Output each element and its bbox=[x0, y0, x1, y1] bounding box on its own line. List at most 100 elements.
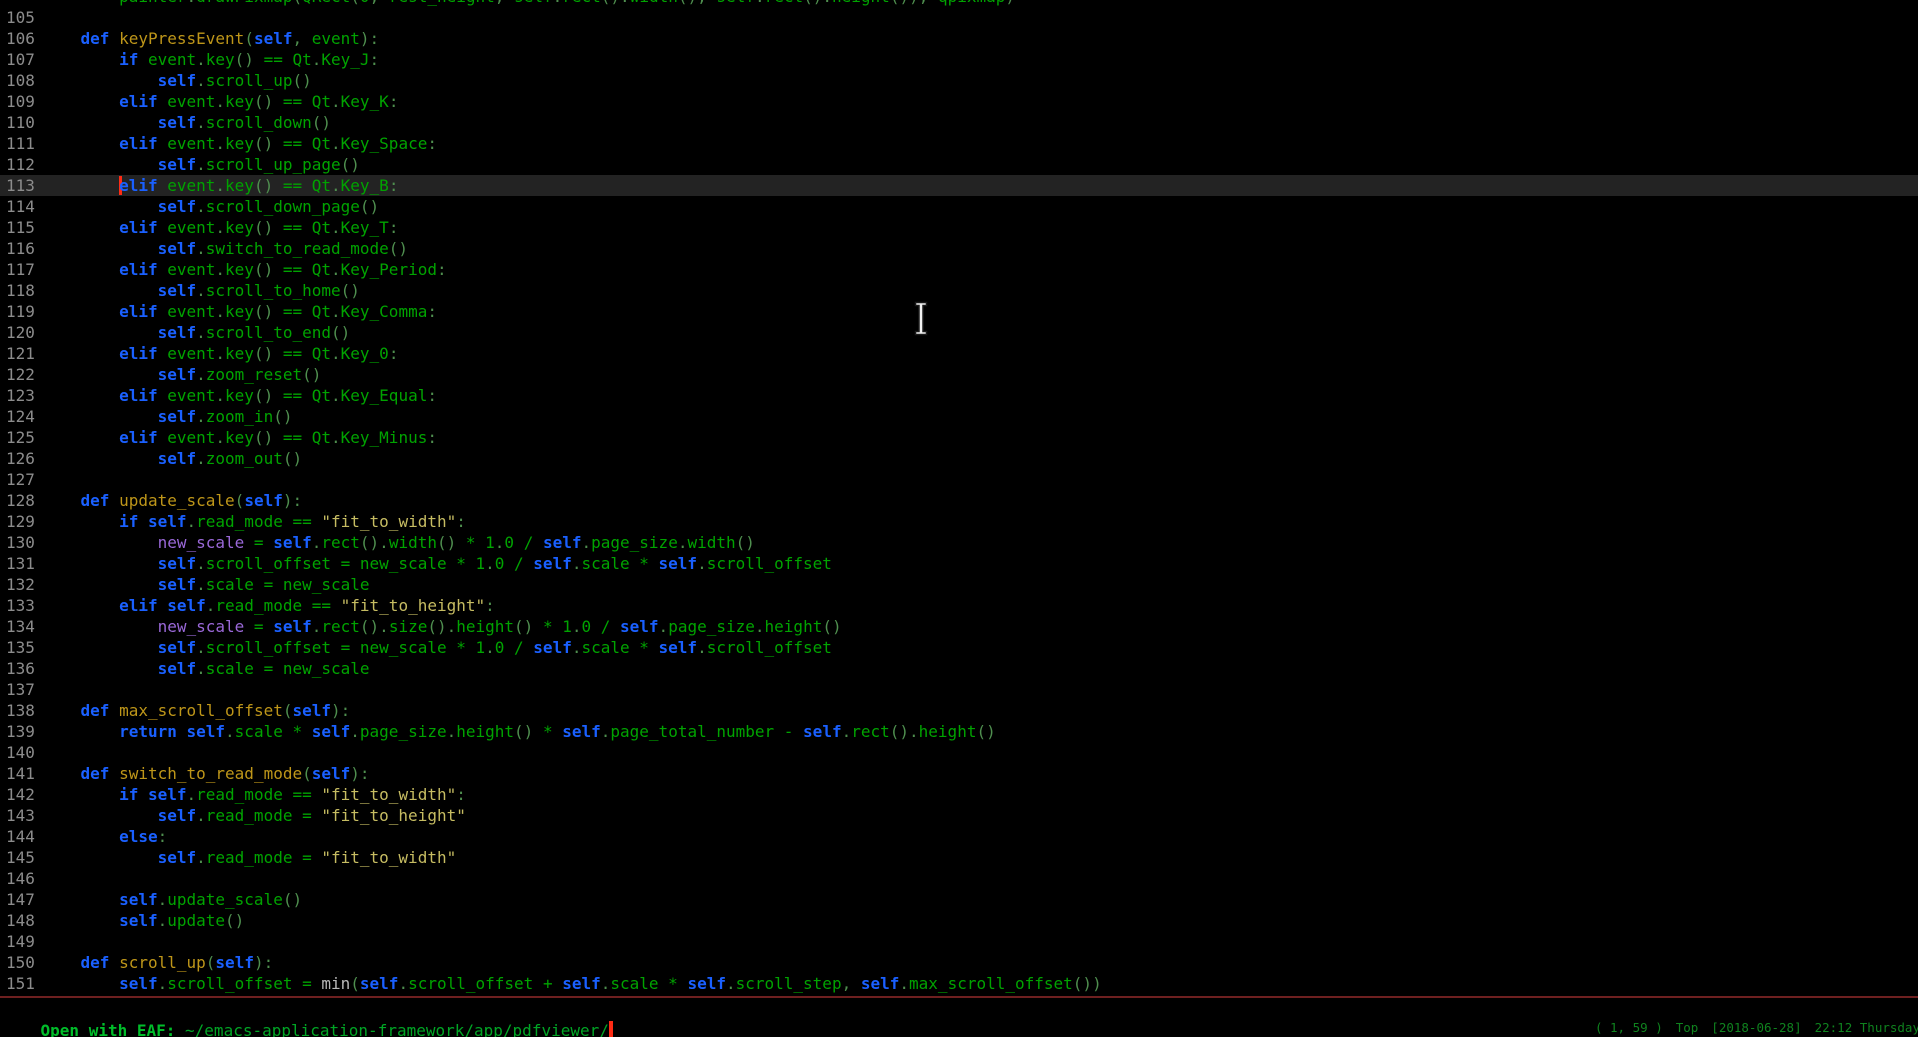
line-number: 122 bbox=[0, 364, 42, 385]
line-number: 117 bbox=[0, 259, 42, 280]
line-number: 105 bbox=[0, 7, 42, 28]
line-number: 126 bbox=[0, 448, 42, 469]
code-line[interactable]: 111 elif event.key() == Qt.Key_Space: bbox=[0, 133, 1918, 154]
line-number: 109 bbox=[0, 91, 42, 112]
code-line[interactable]: 144 else: bbox=[0, 826, 1918, 847]
cursor-position: ( 1, 59 ) bbox=[1595, 1020, 1663, 1035]
weekday: Thursday bbox=[1860, 1020, 1918, 1035]
code-line[interactable]: 112 self.scroll_up_page() bbox=[0, 154, 1918, 175]
code-line[interactable]: 120 self.scroll_to_end() bbox=[0, 322, 1918, 343]
code-line[interactable]: 126 self.zoom_out() bbox=[0, 448, 1918, 469]
emacs-frame: painter.drawPixmap(QRect(0, rest_height,… bbox=[0, 0, 1918, 1037]
line-number: 113 bbox=[0, 175, 42, 196]
line-number: 131 bbox=[0, 553, 42, 574]
code-line[interactable]: 137 bbox=[0, 679, 1918, 700]
code-line[interactable]: 138 def max_scroll_offset(self): bbox=[0, 700, 1918, 721]
code-line[interactable]: 130 new_scale = self.rect().width() * 1.… bbox=[0, 532, 1918, 553]
line-number: 108 bbox=[0, 70, 42, 91]
code-line-clipped: painter.drawPixmap(QRect(0, rest_height,… bbox=[0, 0, 1918, 7]
line-number: 124 bbox=[0, 406, 42, 427]
line-number: 138 bbox=[0, 700, 42, 721]
code-line[interactable]: 151 self.scroll_offset = min(self.scroll… bbox=[0, 973, 1918, 994]
line-number: 134 bbox=[0, 616, 42, 637]
code-line[interactable]: 136 self.scale = new_scale bbox=[0, 658, 1918, 679]
code-line[interactable]: 133 elif self.read_mode == "fit_to_heigh… bbox=[0, 595, 1918, 616]
line-number: 150 bbox=[0, 952, 42, 973]
code-line[interactable]: 150 def scroll_up(self): bbox=[0, 952, 1918, 973]
code-line[interactable]: 145 self.read_mode = "fit_to_width" bbox=[0, 847, 1918, 868]
line-number: 139 bbox=[0, 721, 42, 742]
time: 22:12 bbox=[1802, 1020, 1853, 1035]
code-line[interactable]: 117 elif event.key() == Qt.Key_Period: bbox=[0, 259, 1918, 280]
line-number: 107 bbox=[0, 49, 42, 70]
code-line[interactable]: 146 bbox=[0, 868, 1918, 889]
line-number: 119 bbox=[0, 301, 42, 322]
line-number: 128 bbox=[0, 490, 42, 511]
line-number: 133 bbox=[0, 595, 42, 616]
code-line[interactable]: 106 def keyPressEvent(self, event): bbox=[0, 28, 1918, 49]
line-number: 110 bbox=[0, 112, 42, 133]
minibuffer[interactable]: Open with EAF: ~/emacs-application-frame… bbox=[2, 999, 613, 1037]
code-line[interactable]: 125 elif event.key() == Qt.Key_Minus: bbox=[0, 427, 1918, 448]
minibuffer-input[interactable]: ~/emacs-application-framework/app/pdfvie… bbox=[185, 1021, 609, 1037]
code-line[interactable]: 132 self.scale = new_scale bbox=[0, 574, 1918, 595]
line-number: 130 bbox=[0, 532, 42, 553]
code-line[interactable]: 115 elif event.key() == Qt.Key_T: bbox=[0, 217, 1918, 238]
code-line[interactable]: 121 elif event.key() == Qt.Key_0: bbox=[0, 343, 1918, 364]
code-line[interactable]: 131 self.scroll_offset = new_scale * 1.0… bbox=[0, 553, 1918, 574]
line-number: 127 bbox=[0, 469, 42, 490]
code-line[interactable]: 129 if self.read_mode == "fit_to_width": bbox=[0, 511, 1918, 532]
code-line[interactable]: 122 self.zoom_reset() bbox=[0, 364, 1918, 385]
code-line[interactable]: 127 bbox=[0, 469, 1918, 490]
code-line[interactable]: 114 self.scroll_down_page() bbox=[0, 196, 1918, 217]
code-line[interactable]: 143 self.read_mode = "fit_to_height" bbox=[0, 805, 1918, 826]
code-line-current[interactable]: 113 elif event.key() == Qt.Key_B: bbox=[0, 175, 1918, 196]
line-number: 141 bbox=[0, 763, 42, 784]
line-number: 146 bbox=[0, 868, 42, 889]
code-line[interactable]: 134 new_scale = self.rect().size().heigh… bbox=[0, 616, 1918, 637]
line-number: 111 bbox=[0, 133, 42, 154]
line-number: 135 bbox=[0, 637, 42, 658]
code-line[interactable]: 108 self.scroll_up() bbox=[0, 70, 1918, 91]
text-cursor bbox=[609, 1021, 613, 1037]
code-line[interactable]: 149 bbox=[0, 931, 1918, 952]
date: [2018-06-28] bbox=[1698, 1020, 1801, 1035]
code-line[interactable]: 105 bbox=[0, 7, 1918, 28]
code-line[interactable]: 119 elif event.key() == Qt.Key_Comma: bbox=[0, 301, 1918, 322]
line-number: 123 bbox=[0, 385, 42, 406]
code-line[interactable]: 139 return self.scale * self.page_size.h… bbox=[0, 721, 1918, 742]
code-line[interactable]: 109 elif event.key() == Qt.Key_K: bbox=[0, 91, 1918, 112]
line-number: 137 bbox=[0, 679, 42, 700]
code-line[interactable]: 123 elif event.key() == Qt.Key_Equal: bbox=[0, 385, 1918, 406]
code-line[interactable]: 128 def update_scale(self): bbox=[0, 490, 1918, 511]
line-number: 114 bbox=[0, 196, 42, 217]
line-number: 132 bbox=[0, 574, 42, 595]
code-line[interactable]: 140 bbox=[0, 742, 1918, 763]
code-line[interactable]: 135 self.scroll_offset = new_scale * 1.0… bbox=[0, 637, 1918, 658]
line-number: 149 bbox=[0, 931, 42, 952]
line-number: 144 bbox=[0, 826, 42, 847]
line-number: 118 bbox=[0, 280, 42, 301]
line-number: 143 bbox=[0, 805, 42, 826]
code-line[interactable]: 141 def switch_to_read_mode(self): bbox=[0, 763, 1918, 784]
line-number: 129 bbox=[0, 511, 42, 532]
minibuffer-prompt: Open with EAF: bbox=[41, 1021, 186, 1037]
code-buffer[interactable]: painter.drawPixmap(QRect(0, rest_height,… bbox=[0, 0, 1918, 994]
code-line[interactable]: 124 self.zoom_in() bbox=[0, 406, 1918, 427]
code-line[interactable]: 142 if self.read_mode == "fit_to_width": bbox=[0, 784, 1918, 805]
code-line[interactable]: 116 self.switch_to_read_mode() bbox=[0, 238, 1918, 259]
line-number: 136 bbox=[0, 658, 42, 679]
code-line[interactable]: 148 self.update() bbox=[0, 910, 1918, 931]
line-number: 151 bbox=[0, 973, 42, 994]
code-line[interactable]: 118 self.scroll_to_home() bbox=[0, 280, 1918, 301]
code-line[interactable]: 147 self.update_scale() bbox=[0, 889, 1918, 910]
code-line[interactable]: 110 self.scroll_down() bbox=[0, 112, 1918, 133]
buffer-position: Top bbox=[1663, 1020, 1699, 1035]
line-number: 106 bbox=[0, 28, 42, 49]
line-number: 112 bbox=[0, 154, 42, 175]
line-number: 116 bbox=[0, 238, 42, 259]
modeline-info: ( 1, 59 )Top[2018-06-28]22:12 Thursday bbox=[1595, 1020, 1918, 1035]
line-number: 147 bbox=[0, 889, 42, 910]
line-number: 140 bbox=[0, 742, 42, 763]
code-line[interactable]: 107 if event.key() == Qt.Key_J: bbox=[0, 49, 1918, 70]
